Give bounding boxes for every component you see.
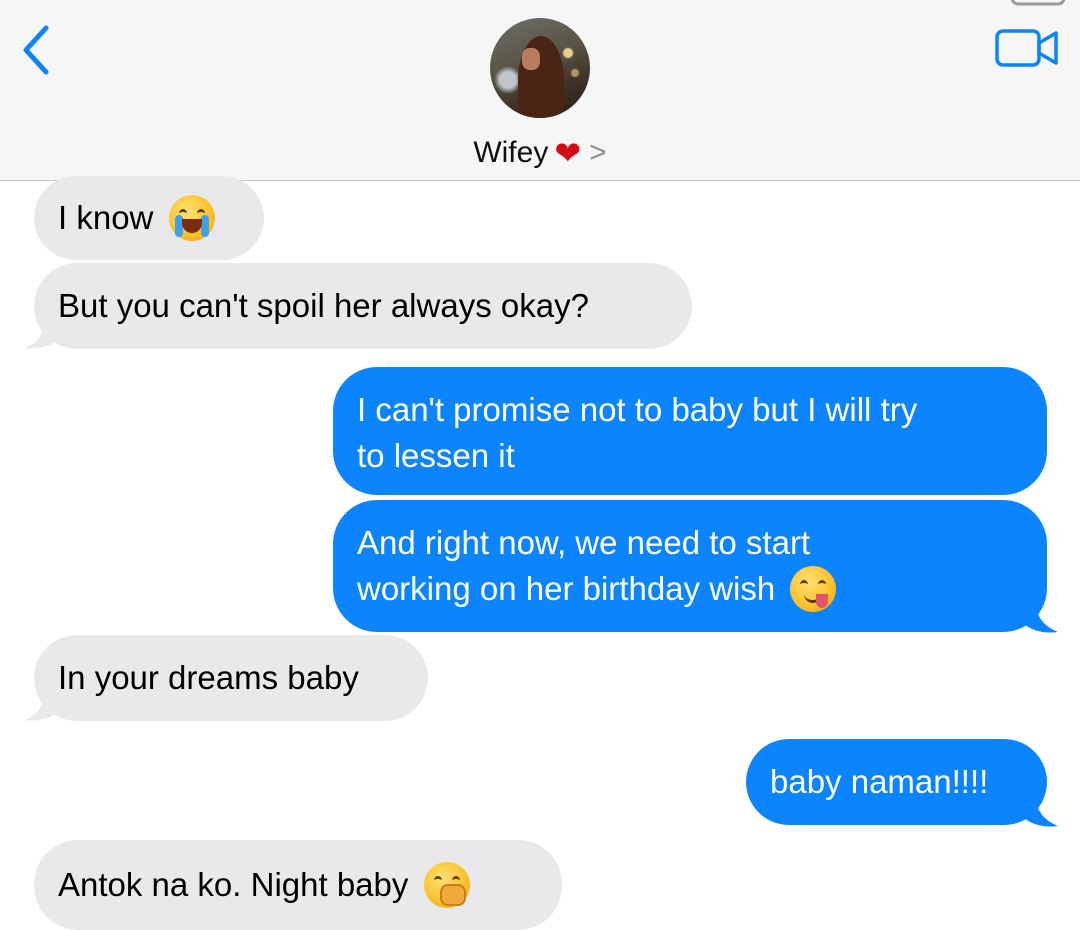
video-call-button[interactable] [994,26,1060,70]
message-text-line: to lessen it [357,437,515,474]
contact-name-button[interactable]: Wifey ❤ > [0,132,1080,174]
bubble-tail [24,690,60,721]
message-bubble-outgoing[interactable]: And right now, we need to start working … [333,500,1047,632]
chevron-right-icon: > [589,136,607,169]
conversation-header: Wifey ❤ > [0,0,1080,181]
message-text: In your dreams baby [58,659,359,696]
heart-icon: ❤ [554,135,582,171]
contact-name: Wifey [473,136,549,169]
message-bubble-incoming[interactable]: In your dreams baby [34,635,428,721]
message-text-line: working on her birthday wish [357,570,776,607]
message-bubble-incoming[interactable]: Antok na ko. Night baby [34,840,562,930]
message-bubble-outgoing[interactable]: I can't promise not to baby but I will t… [333,367,1047,495]
back-button[interactable] [14,22,64,78]
message-text-line: And right now, we need to start [357,524,811,561]
message-bubble-incoming[interactable]: I know [34,176,264,260]
contact-avatar[interactable] [490,18,590,118]
message-bubble-outgoing[interactable]: baby naman!!!! [746,739,1047,825]
message-text: I know [58,199,154,236]
bubble-tail [1022,794,1058,827]
bubble-tail [1022,600,1058,633]
chevron-left-icon [23,25,49,75]
face-savoring-food-icon [790,566,837,613]
video-camera-icon [995,29,1058,67]
message-bubble-incoming[interactable]: But you can't spoil her always okay? [34,263,692,349]
battery-icon [1010,0,1066,6]
loudly-crying-face-icon [168,195,215,242]
message-text: baby naman!!!! [770,763,989,800]
message-text: Antok na ko. Night baby [58,866,409,903]
message-text: But you can't spoil her always okay? [58,287,589,324]
yawning-face-icon [423,862,470,909]
message-text-line: I can't promise not to baby but I will t… [357,391,918,428]
bubble-tail [24,318,60,349]
